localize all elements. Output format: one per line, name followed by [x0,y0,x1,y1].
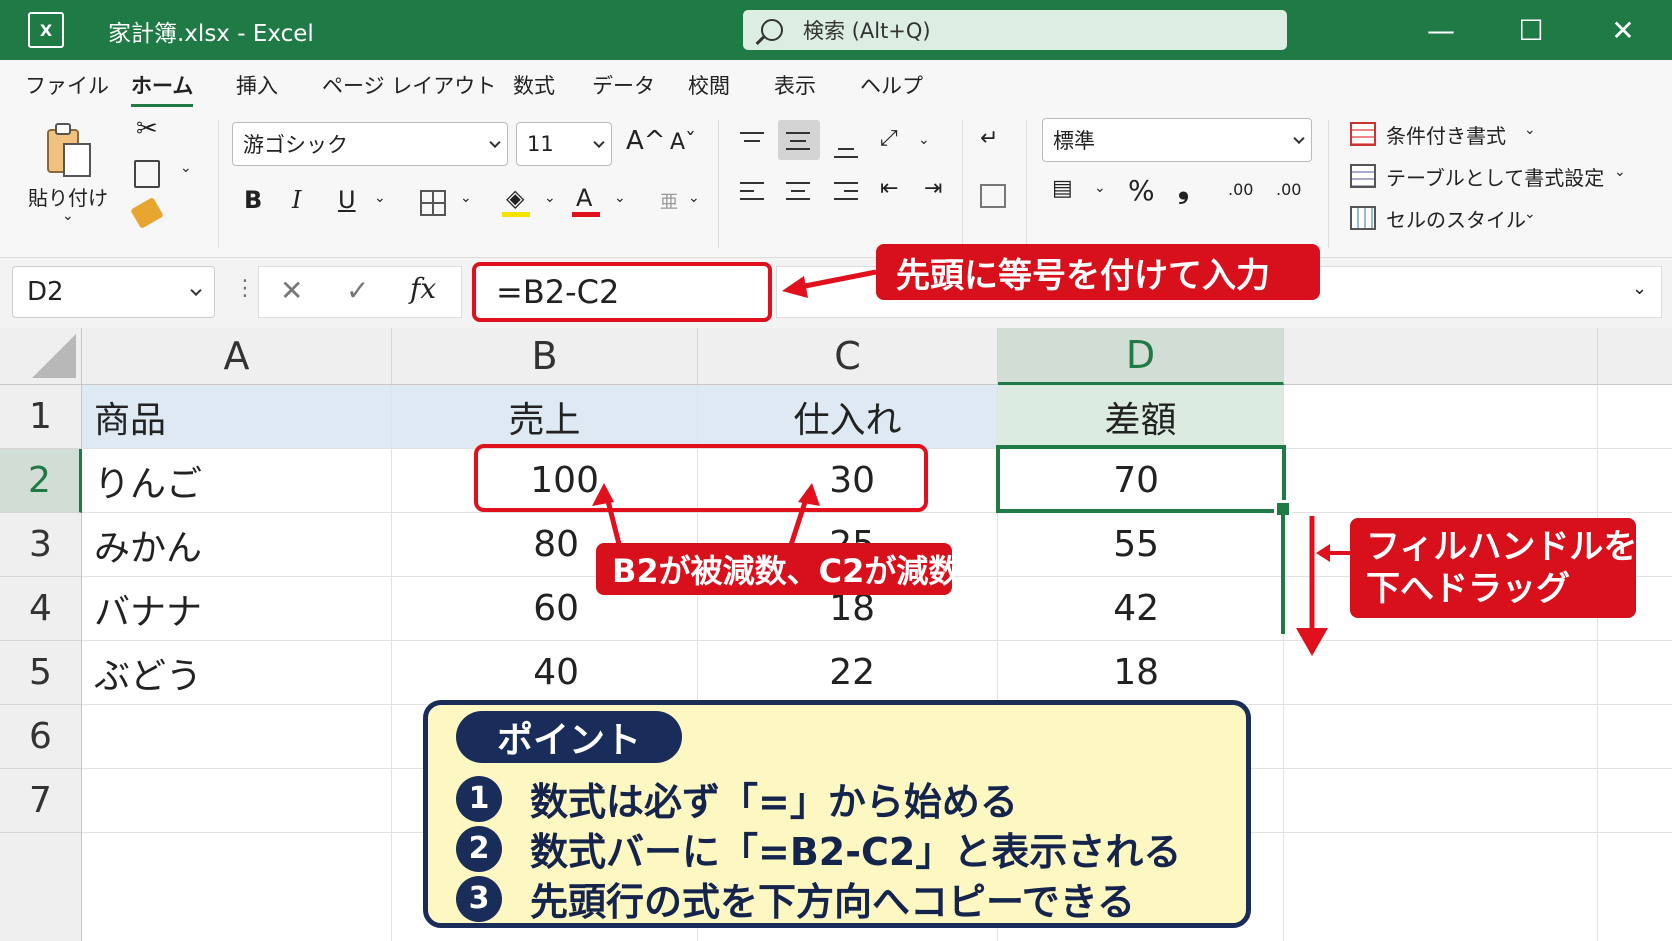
point-item-1: 1 数式は必ず「=」から始める [456,771,1018,826]
point-text-3: 先頭行の式を下方向へコピーできる [530,880,1135,924]
point-title: ポイント [456,711,682,763]
arrow-head [1316,544,1330,562]
point-box: ポイント 1 数式は必ず「=」から始める 2 数式バーに「=B2-C2」と表示される… [423,700,1251,928]
arrow-head [1296,628,1328,656]
arrow-head [592,483,614,506]
point-item-3: 3 先頭行の式を下方向へコピーできる [456,871,1135,926]
point-number-2: 2 [456,825,502,872]
point-text-1: 数式は必ず「=」から始める [530,780,1018,824]
point-number-3: 3 [456,875,502,922]
fill-callout-line-1: フィルハンドルを [1366,527,1638,567]
point-number-1: 1 [456,775,502,822]
point-item-2: 2 数式バーに「=B2-C2」と表示される [456,821,1181,876]
fill-handle-callout: フィルハンドルを 下へドラッグ [1350,518,1638,618]
formula-arrow [782,269,877,298]
point-text-2: 数式バーに「=B2-C2」と表示される [530,830,1182,874]
fill-callout-line-2: 下へドラッグ [1366,569,1570,609]
arrow-head [798,483,820,506]
operand-callout: B2が被減数、C2が減数 [596,543,960,595]
